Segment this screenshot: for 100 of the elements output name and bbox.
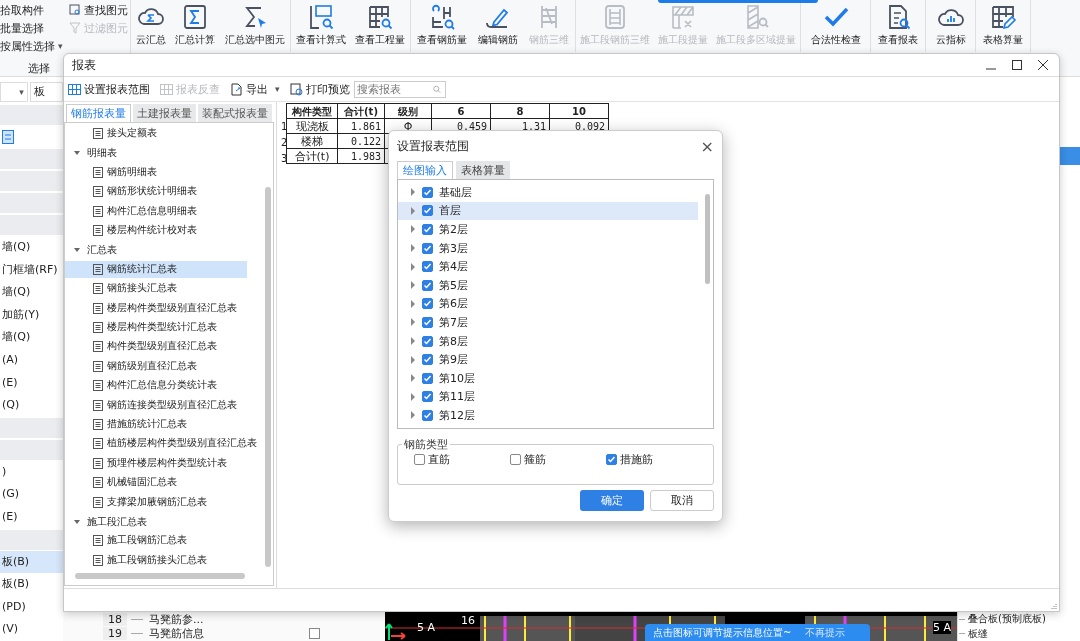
search-field[interactable]: 搜索报表 (353, 80, 446, 98)
list-item[interactable]: 墙(Q) (0, 236, 63, 259)
expand-caret-icon[interactable] (410, 374, 416, 383)
tree-group[interactable]: 汇总表 (87, 243, 117, 258)
checkbox[interactable] (422, 372, 433, 384)
toolbar-button[interactable]: 导出 ▾ (230, 81, 280, 97)
floor-row[interactable]: 第12层 (398, 406, 698, 425)
floor-row[interactable]: 基础层 (398, 183, 698, 202)
tree-item[interactable]: 钢筋连接类型级别直径汇总表 (65, 396, 247, 414)
tab[interactable]: 装配式报表量 (198, 104, 272, 122)
list-item[interactable]: (E) (0, 371, 63, 395)
list-item[interactable]: (PD) (0, 595, 63, 619)
checkbox[interactable] (422, 335, 433, 347)
checkbox[interactable] (422, 391, 433, 403)
expand-caret-icon[interactable] (410, 411, 416, 420)
tab[interactable]: 钢筋报表量 (66, 104, 131, 122)
ribbon-menu-item[interactable]: 拾取构件 (0, 1, 63, 19)
floor-row[interactable]: 第9层 (398, 350, 698, 369)
checkbox[interactable] (422, 298, 433, 310)
checkbox[interactable] (422, 354, 433, 366)
expand-caret-icon[interactable] (410, 206, 416, 215)
list-item[interactable]: (G) (0, 483, 63, 507)
floor-row[interactable]: 第11层 (398, 387, 698, 407)
checkbox[interactable] (422, 279, 433, 291)
list-item[interactable]: 加筋(Y) (0, 303, 63, 327)
ribbon-button[interactable]: 查看报表 (877, 0, 919, 52)
close-button[interactable]: × (700, 136, 714, 156)
list-item[interactable]: 墙(Q) (0, 326, 63, 350)
tree-item[interactable]: 接头定额表 (65, 125, 247, 143)
ribbon-button[interactable]: 云指标 (934, 0, 967, 52)
floor-row[interactable]: 第2层 (398, 220, 698, 239)
maximize-icon[interactable] (1011, 59, 1023, 71)
checkbox[interactable] (510, 454, 521, 465)
ribbon-button[interactable]: 云汇总 (134, 0, 167, 52)
tree-item[interactable]: 构件类型级别直径汇总表 (65, 338, 247, 356)
floor-row[interactable]: 第5层 (398, 275, 698, 295)
checkbox[interactable] (422, 186, 433, 198)
floor-row[interactable]: 第8层 (398, 331, 698, 351)
floor-row[interactable]: 第7层 (398, 313, 698, 332)
tree-item[interactable]: 钢筋统计汇总表 (65, 260, 247, 278)
checkbox[interactable] (422, 242, 433, 254)
expand-caret-icon[interactable] (410, 244, 416, 253)
list-item[interactable]: 墙(Q) (0, 281, 63, 304)
tree-item[interactable]: 施工段钢筋接头汇总表 (65, 551, 247, 569)
checkbox[interactable] (414, 454, 425, 465)
ribbon-button[interactable]: 汇总计算 (174, 0, 217, 52)
tree-group[interactable]: 施工段汇总表 (87, 514, 147, 529)
tree-item[interactable]: 钢筋明细表 (65, 163, 247, 181)
expand-caret-icon[interactable] (73, 517, 81, 526)
floor-row[interactable]: 第3层 (398, 238, 698, 258)
close-icon[interactable] (1037, 59, 1049, 71)
list-item[interactable]: 板(B) (0, 573, 63, 596)
checkbox[interactable] (422, 261, 433, 273)
tab[interactable]: 表格算量 (456, 161, 510, 179)
dropdown-field[interactable]: ▾ (0, 82, 28, 103)
floor-row[interactable]: 第6层 (398, 294, 698, 314)
scrollbar[interactable] (265, 187, 271, 567)
tree-item[interactable]: 机械锚固汇总表 (65, 474, 247, 492)
ribbon-menu-item[interactable]: 查找图元 (68, 1, 128, 19)
ribbon-button[interactable]: 汇总选中图元 (224, 0, 287, 52)
ribbon-button[interactable]: 编辑钢筋 (477, 0, 519, 52)
ribbon-button[interactable]: 合法性检查 (809, 0, 862, 52)
resize-grip-icon[interactable] (1051, 603, 1057, 609)
scrollbar[interactable] (705, 194, 710, 284)
toolbar-button[interactable]: 打印预览 (289, 81, 350, 97)
expand-caret-icon[interactable] (410, 337, 416, 346)
list-item[interactable]: (V) (0, 618, 63, 641)
toolbar-button[interactable]: 设置报表范围 (68, 81, 150, 97)
tree-item[interactable]: 楼层构件统计校对表 (65, 222, 247, 240)
checkbox[interactable] (606, 454, 617, 465)
expand-caret-icon[interactable] (410, 225, 416, 234)
expand-caret-icon[interactable] (410, 262, 416, 271)
checkbox[interactable] (422, 224, 433, 235)
tree-item[interactable]: 植筋楼层构件类型级别直径汇总表 (65, 435, 261, 453)
tree-item[interactable]: 构件汇总信息明细表 (65, 202, 247, 220)
tree-group[interactable]: 明细表 (87, 146, 117, 161)
tree-item[interactable]: 钢筋形状统计明细表 (65, 183, 247, 201)
tree-item[interactable]: 预埋件楼层构件类型统计表 (65, 454, 247, 472)
input-field[interactable]: 板 (29, 82, 63, 103)
tree-item[interactable]: 板缝 (968, 626, 988, 641)
tree-item[interactable]: 楼层构件类型统计汇总表 (65, 319, 247, 337)
checkbox[interactable] (422, 205, 433, 217)
tree-item[interactable]: 支撑梁加腋钢筋汇总表 (65, 493, 247, 511)
list-item[interactable]: ) (0, 460, 63, 484)
ribbon-menu-item[interactable]: 批量选择 (0, 19, 63, 37)
checkbox[interactable] (422, 316, 433, 328)
expand-caret-icon[interactable] (410, 281, 416, 290)
tree-item[interactable]: 叠合板(预制底板) (968, 612, 1046, 627)
list-item[interactable]: (Q) (0, 394, 63, 417)
floor-row[interactable]: 第10层 (398, 368, 698, 388)
tree-item[interactable]: 措施筋统计汇总表 (65, 416, 247, 434)
scrollbar[interactable] (75, 573, 245, 579)
expand-caret-icon[interactable] (410, 392, 416, 401)
list-item[interactable]: 板(B) (0, 550, 63, 574)
ribbon-button[interactable]: 查看计算式 (294, 0, 347, 52)
ribbon-menu-item[interactable]: 按属性选择 ▾ (0, 37, 63, 55)
ok-button[interactable]: 确定 (580, 490, 644, 511)
tree-item[interactable]: 楼层构件类型级别直径汇总表 (65, 299, 247, 317)
checkbox[interactable] (309, 628, 320, 640)
expand-caret-icon[interactable] (410, 188, 416, 197)
